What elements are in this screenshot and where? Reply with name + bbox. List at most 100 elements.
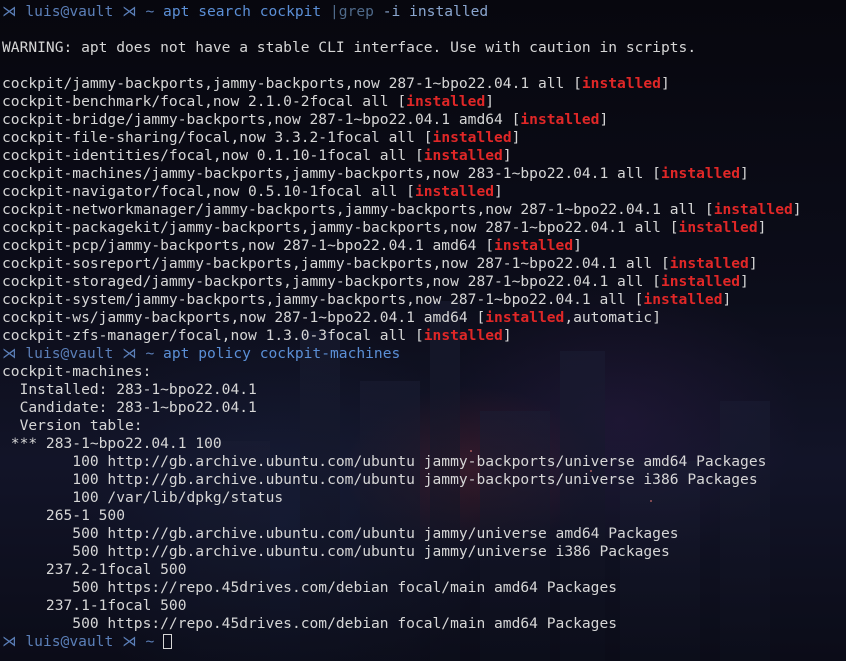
result-package: cockpit-sosreport/jammy-backports,jammy-… <box>2 255 670 272</box>
prompt-user: luis@vault <box>25 345 114 362</box>
prompt-user: luis@vault <box>25 3 114 20</box>
command-program: apt <box>163 345 190 362</box>
result-package: cockpit-identities/focal,now 0.1.10-1foc… <box>2 147 424 164</box>
policy-line: cockpit-machines: <box>2 363 152 380</box>
policy-line: 500 http://gb.archive.ubuntu.com/ubuntu … <box>2 543 670 560</box>
prompt-arrow-icon: ⋊ <box>122 633 137 650</box>
result-line: cockpit-storaged/jammy-backports,jammy-b… <box>2 273 846 291</box>
prompt-dir: ~ <box>145 345 155 362</box>
result-line: cockpit-zfs-manager/focal,now 1.3.0-3foc… <box>2 327 846 345</box>
policy-output: cockpit-machines: Installed: 283-1~bpo22… <box>2 363 846 633</box>
result-suffix: ] <box>722 291 732 308</box>
result-line: cockpit-bridge/jammy-backports,now 287-1… <box>2 111 846 129</box>
prompt-arrow-icon: ⋊ <box>122 345 137 362</box>
policy-line: *** 283-1~bpo22.04.1 100 <box>2 435 222 452</box>
result-package: cockpit-packagekit/jammy-backports,jammy… <box>2 219 679 236</box>
installed-tag: installed <box>520 111 600 128</box>
result-line: cockpit-system/jammy-backports,jammy-bac… <box>2 291 846 309</box>
result-line: cockpit-pcp/jammy-backports,now 287-1~bp… <box>2 237 846 255</box>
result-package: cockpit-machines/jammy-backports,jammy-b… <box>2 165 661 182</box>
result-suffix: ] <box>494 183 503 200</box>
command-pipe: |grep <box>330 3 374 20</box>
policy-line: 100 /var/lib/dpkg/status <box>2 489 284 506</box>
installed-tag: installed <box>406 93 486 110</box>
result-package: cockpit-system/jammy-backports,jammy-bac… <box>2 291 644 308</box>
installed-tag: installed <box>581 75 661 92</box>
policy-line: 500 https://repo.45drives.com/debian foc… <box>2 615 618 632</box>
prompt-dir: ~ <box>145 633 155 650</box>
result-suffix: ] <box>660 75 670 92</box>
result-package: cockpit-zfs-manager/focal,now 1.3.0-3foc… <box>2 327 424 344</box>
result-suffix: ] <box>748 255 758 272</box>
prompt-line: ⋊ luis@vault ⋊ ~ apt search cockpit |gre… <box>2 3 846 21</box>
policy-line: 100 http://gb.archive.ubuntu.com/ubuntu … <box>2 453 767 470</box>
result-suffix: ] <box>792 201 802 218</box>
result-package: cockpit-networkmanager/jammy-backports,j… <box>2 201 714 218</box>
installed-tag: installed <box>423 327 503 344</box>
prompt-line-current: ⋊ luis@vault ⋊ ~ <box>2 633 846 651</box>
result-line: cockpit-navigator/focal,now 0.5.10-1foca… <box>2 183 846 201</box>
result-package: cockpit-pcp/jammy-backports,now 287-1~bp… <box>2 237 495 254</box>
policy-line: Installed: 283-1~bpo22.04.1 <box>2 381 257 398</box>
result-package: cockpit-benchmark/focal,now 2.1.0-2focal… <box>2 93 407 110</box>
policy-line: Version table: <box>2 417 143 434</box>
result-suffix: ] <box>502 327 512 344</box>
result-suffix: ] <box>502 147 512 164</box>
result-suffix: ] <box>757 219 767 236</box>
installed-tag: installed <box>643 291 723 308</box>
result-suffix: ] <box>740 273 749 290</box>
result-line: cockpit-benchmark/focal,now 2.1.0-2focal… <box>2 93 846 111</box>
command-rest: -i installed <box>382 3 489 20</box>
result-package: cockpit-navigator/focal,now 0.5.10-1foca… <box>2 183 415 200</box>
result-suffix: ] <box>599 111 609 128</box>
installed-tag: installed <box>494 237 574 254</box>
text-cursor[interactable] <box>163 634 173 649</box>
prompt-arrow-icon: ⋊ <box>2 3 17 20</box>
command-args: policy cockpit-machines <box>198 345 401 362</box>
result-line: cockpit-sosreport/jammy-backports,jammy-… <box>2 255 846 273</box>
installed-tag: installed <box>669 255 749 272</box>
prompt-user: luis@vault <box>25 633 114 650</box>
result-line: cockpit-machines/jammy-backports,jammy-b… <box>2 165 846 183</box>
policy-line: Candidate: 283-1~bpo22.04.1 <box>2 399 257 416</box>
installed-tag: installed <box>713 201 793 218</box>
result-line: cockpit-file-sharing/focal,now 3.3.2-1fo… <box>2 129 846 147</box>
result-package: cockpit-ws/jammy-backports,now 287-1~bpo… <box>2 309 486 326</box>
result-line: cockpit/jammy-backports,jammy-backports,… <box>2 75 846 93</box>
result-suffix: ,automatic] <box>564 309 661 326</box>
policy-line: 237.1-1focal 500 <box>2 597 187 614</box>
result-line: cockpit-ws/jammy-backports,now 287-1~bpo… <box>2 309 846 327</box>
result-package: cockpit-storaged/jammy-backports,jammy-b… <box>2 273 661 290</box>
installed-tag: installed <box>678 219 758 236</box>
prompt-arrow-icon: ⋊ <box>2 633 17 650</box>
result-suffix: ] <box>485 93 495 110</box>
installed-tag: installed <box>660 273 741 290</box>
result-package: cockpit/jammy-backports,jammy-backports,… <box>2 75 582 92</box>
installed-tag: installed <box>432 129 512 146</box>
policy-line: 265-1 500 <box>2 507 126 524</box>
prompt-dir: ~ <box>145 3 155 20</box>
policy-line: 500 http://gb.archive.ubuntu.com/ubuntu … <box>2 525 679 542</box>
result-suffix: ] <box>740 165 749 182</box>
result-package: cockpit-bridge/jammy-backports,now 287-1… <box>2 111 521 128</box>
result-suffix: ] <box>511 129 521 146</box>
result-line: cockpit-packagekit/jammy-backports,jammy… <box>2 219 846 237</box>
result-package: cockpit-file-sharing/focal,now 3.3.2-1fo… <box>2 129 433 146</box>
result-suffix: ] <box>573 237 582 254</box>
command-program: apt <box>163 3 190 20</box>
result-line: cockpit-identities/focal,now 0.1.10-1foc… <box>2 147 846 165</box>
warning-line: WARNING: apt does not have a stable CLI … <box>2 39 697 56</box>
command-args: search cockpit <box>198 3 322 20</box>
prompt-arrow-icon: ⋊ <box>122 3 137 20</box>
prompt-arrow-icon: ⋊ <box>2 345 17 362</box>
policy-line: 100 http://gb.archive.ubuntu.com/ubuntu … <box>2 471 758 488</box>
terminal-output[interactable]: ⋊ luis@vault ⋊ ~ apt search cockpit |gre… <box>0 0 846 651</box>
installed-tag: installed <box>485 309 565 326</box>
installed-tag: installed <box>423 147 503 164</box>
prompt-line: ⋊ luis@vault ⋊ ~ apt policy cockpit-mach… <box>2 345 846 363</box>
policy-line: 237.2-1focal 500 <box>2 561 187 578</box>
search-results: cockpit/jammy-backports,jammy-backports,… <box>2 75 846 345</box>
policy-line: 500 https://repo.45drives.com/debian foc… <box>2 579 618 596</box>
